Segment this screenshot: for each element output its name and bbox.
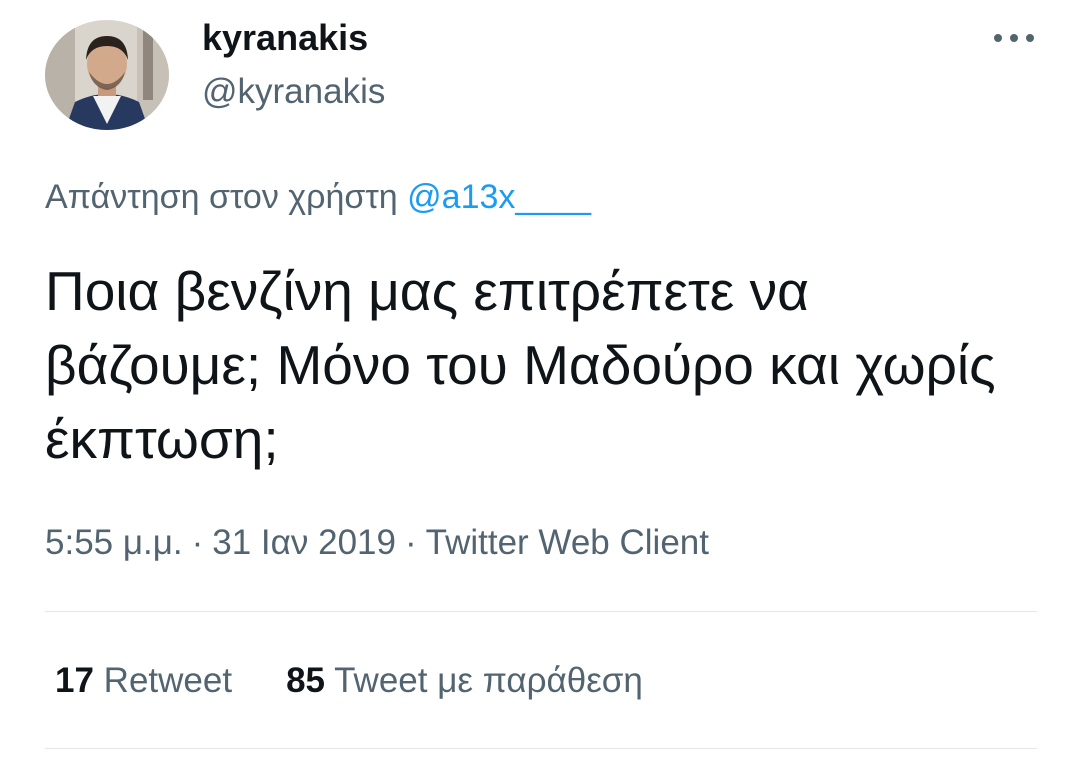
avatar[interactable] [45, 20, 169, 130]
quote-tweets-label: Tweet με παράθεση [334, 661, 643, 700]
retweets-label: Retweet [103, 661, 233, 700]
tweet-stats: 17 Retweet 85 Tweet με παράθεση [55, 658, 643, 704]
tweet-client[interactable]: Twitter Web Client [426, 523, 709, 562]
reply-context: Απάντηση στον χρήστη @a13x____ [45, 174, 591, 220]
user-handle[interactable]: @kyranakis [202, 70, 385, 114]
avatar-photo [45, 20, 169, 130]
meta-separator: · [404, 523, 417, 562]
more-options-button[interactable] [985, 20, 1043, 56]
tweet-time[interactable]: 5:55 μ.μ. [45, 523, 183, 562]
tweet-date[interactable]: 31 Ιαν 2019 [212, 523, 396, 562]
retweets-stat[interactable]: 17 Retweet [55, 658, 232, 704]
tweet-metadata: 5:55 μ.μ. · 31 Ιαν 2019 · Twitter Web Client [45, 520, 709, 566]
quote-tweets-count: 85 [286, 661, 326, 700]
display-name[interactable]: kyranakis [202, 16, 368, 60]
more-horizontal-icon [994, 34, 1034, 42]
quote-tweets-stat[interactable]: 85 Tweet με παράθεση [286, 658, 643, 704]
tweet-text: Ποια βενζίνη μας επιτρέπετε να βάζουμε; … [45, 260, 996, 470]
reply-mention-link[interactable]: @a13x____ [407, 178, 591, 216]
meta-separator: · [191, 523, 204, 562]
divider-bottom [45, 748, 1037, 749]
divider-top [45, 611, 1037, 612]
retweets-count: 17 [55, 661, 94, 700]
reply-prefix: Απάντηση στον χρήστη [45, 178, 398, 216]
